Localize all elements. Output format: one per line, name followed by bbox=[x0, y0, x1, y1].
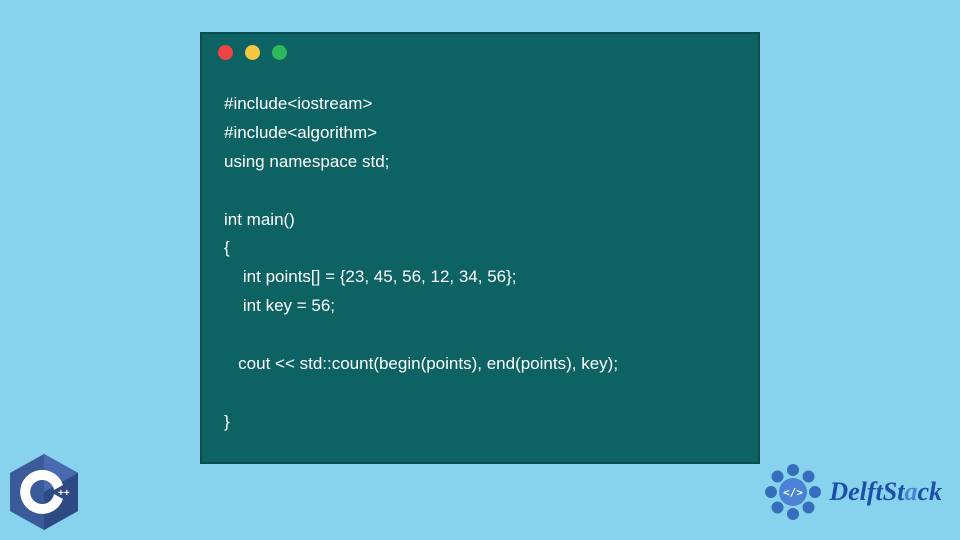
code-content: #include<iostream> #include<algorithm> u… bbox=[202, 70, 758, 457]
close-icon bbox=[218, 45, 233, 60]
code-line: } bbox=[224, 412, 230, 431]
window-title-bar bbox=[202, 34, 758, 70]
code-line: cout << std::count(begin(points), end(po… bbox=[224, 354, 618, 373]
code-line: int key = 56; bbox=[224, 296, 335, 315]
delftstack-label: DelftStack bbox=[829, 477, 942, 507]
code-window: #include<iostream> #include<algorithm> u… bbox=[200, 32, 760, 464]
maximize-icon bbox=[272, 45, 287, 60]
code-line: { bbox=[224, 238, 230, 257]
svg-text:++: ++ bbox=[58, 488, 70, 499]
code-line: int points[] = {23, 45, 56, 12, 34, 56}; bbox=[224, 267, 517, 286]
code-line: using namespace std; bbox=[224, 152, 389, 171]
delftstack-ring-icon: </> bbox=[763, 462, 823, 522]
svg-text:</>: </> bbox=[783, 486, 803, 499]
minimize-icon bbox=[245, 45, 260, 60]
code-line: int main() bbox=[224, 210, 295, 229]
cpp-logo-icon: ++ bbox=[8, 452, 80, 532]
delftstack-logo: </> DelftStack bbox=[763, 462, 942, 522]
code-line: #include<iostream> bbox=[224, 94, 372, 113]
code-line: #include<algorithm> bbox=[224, 123, 377, 142]
